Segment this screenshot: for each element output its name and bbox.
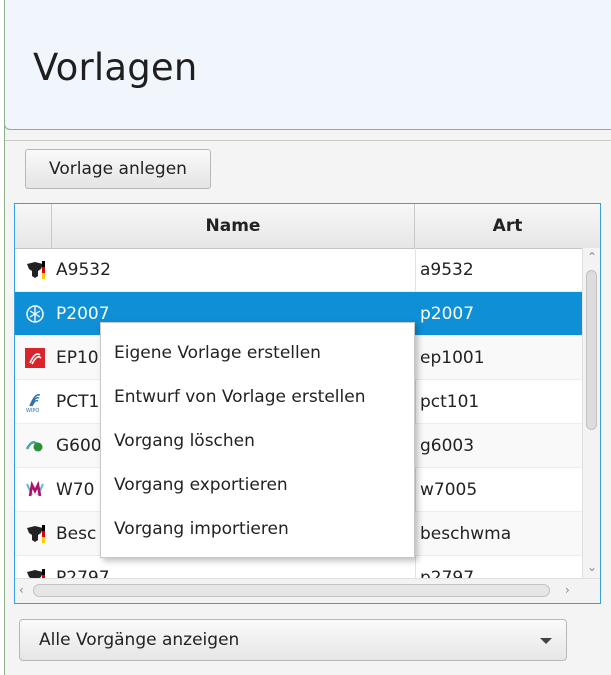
epo-logo-icon bbox=[25, 348, 45, 368]
menu-item-create-draft[interactable]: Entwurf von Vorlage erstellen bbox=[114, 375, 365, 419]
add-template-button[interactable]: Vorlage anlegen bbox=[25, 149, 211, 189]
menu-item-create-own-template[interactable]: Eigene Vorlage erstellen bbox=[114, 331, 321, 375]
german-eagle-icon bbox=[27, 261, 45, 279]
table-row[interactable]: A9532 a9532 bbox=[15, 248, 582, 292]
row-name: G600 bbox=[56, 436, 102, 456]
table-header: Name Art bbox=[15, 204, 600, 249]
vertical-scroll-thumb[interactable] bbox=[586, 270, 597, 430]
row-art: w7005 bbox=[420, 480, 478, 500]
menu-item-import[interactable]: Vorgang importieren bbox=[114, 507, 289, 551]
menu-item-delete[interactable]: Vorgang löschen bbox=[114, 419, 255, 463]
horizontal-scroll-thumb[interactable] bbox=[33, 584, 550, 597]
scroll-left-icon[interactable]: ‹ bbox=[19, 583, 24, 597]
scroll-up-icon[interactable]: ⌃ bbox=[587, 250, 597, 264]
header-bar: Vorlagen bbox=[4, 0, 611, 130]
art-column-header[interactable]: Art bbox=[415, 204, 600, 248]
chevron-down-icon bbox=[540, 638, 552, 644]
menu-item-export[interactable]: Vorgang exportieren bbox=[114, 463, 288, 507]
page-title: Vorlagen bbox=[33, 46, 198, 89]
filter-dropdown[interactable]: Alle Vorgänge anzeigen bbox=[19, 619, 567, 661]
filter-dropdown-value: Alle Vorgänge anzeigen bbox=[39, 630, 240, 650]
row-name: EP10 bbox=[56, 348, 99, 368]
gm-logo-icon bbox=[25, 441, 43, 452]
trademark-logo-icon bbox=[26, 480, 44, 497]
wipo-logo-icon: WIPO bbox=[26, 394, 41, 413]
icon-column-header[interactable] bbox=[15, 204, 52, 248]
svg-text:WIPO: WIPO bbox=[26, 408, 39, 413]
name-column-header[interactable]: Name bbox=[52, 204, 415, 248]
scroll-down-icon[interactable]: ⌄ bbox=[587, 560, 597, 574]
scroll-right-icon[interactable]: › bbox=[565, 583, 570, 597]
row-art: ep1001 bbox=[420, 348, 485, 368]
toolbar-divider bbox=[5, 140, 611, 141]
row-art: pct101 bbox=[420, 392, 480, 412]
row-art: p2007 bbox=[420, 304, 475, 324]
horizontal-scrollbar[interactable]: ‹ › bbox=[15, 578, 600, 603]
row-name: W70 bbox=[56, 480, 95, 500]
vertical-scrollbar[interactable]: ⌃ ⌄ bbox=[582, 248, 600, 578]
german-eagle-icon bbox=[27, 525, 45, 543]
dpma-logo-icon bbox=[26, 305, 44, 323]
row-art: beschwma bbox=[420, 524, 512, 544]
row-name: A9532 bbox=[56, 260, 111, 280]
row-art: g6003 bbox=[420, 436, 475, 456]
context-menu: Eigene Vorlage erstellen Entwurf von Vor… bbox=[100, 322, 415, 558]
row-name: Besc bbox=[56, 524, 97, 544]
row-art: a9532 bbox=[420, 260, 474, 280]
row-name: PCT1 bbox=[56, 392, 100, 412]
